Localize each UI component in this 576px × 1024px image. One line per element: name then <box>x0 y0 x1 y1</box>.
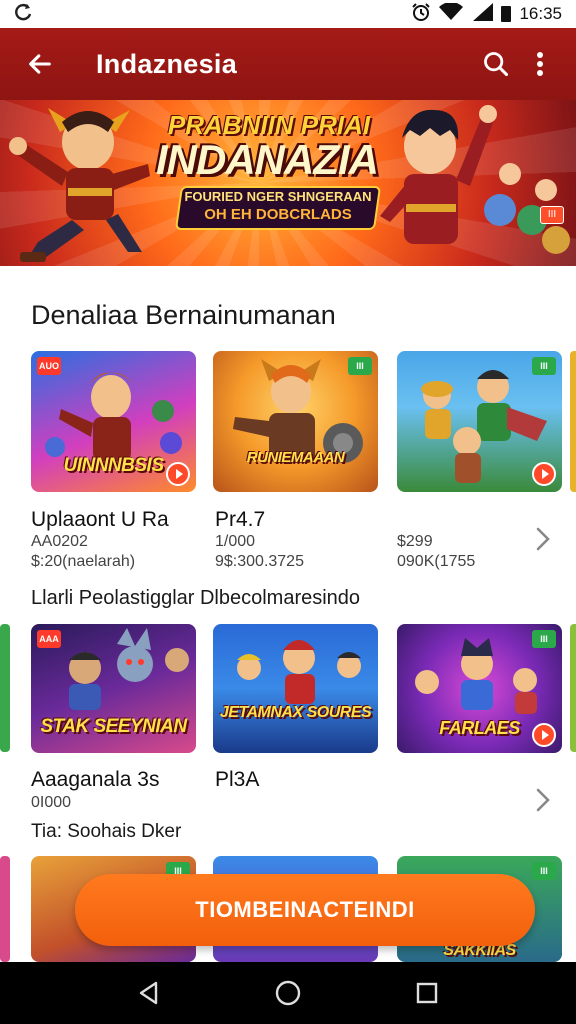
game-card[interactable]: RUNIEMAAAN III <box>213 351 378 492</box>
game-logo: RUNIEMAAAN <box>246 449 345 466</box>
hero-boy-illustration <box>380 105 570 254</box>
banner-badge: III <box>540 206 564 224</box>
game-art <box>237 640 361 704</box>
chevron-right-icon[interactable] <box>532 525 554 553</box>
status-time: 16:35 <box>519 4 562 23</box>
game-price: $:20(naelarah) <box>31 553 136 570</box>
tile-badge: III <box>532 630 556 648</box>
play-icon[interactable] <box>532 462 556 486</box>
chevron-right-icon[interactable] <box>532 786 554 814</box>
back-arrow-icon[interactable] <box>16 40 64 88</box>
primary-cta-button[interactable]: TIOMBEINACTEINDI <box>75 874 535 946</box>
game-card[interactable]: FARLAES III <box>397 624 562 753</box>
game-price: 090K(1755 <box>397 553 476 570</box>
banner-headline: INDANAZIA <box>156 136 379 183</box>
banner-line-3: FOURIED NGER SHNGERAAN <box>184 189 372 204</box>
tile-badge: III <box>532 862 556 880</box>
back-triangle-icon[interactable] <box>125 969 173 1017</box>
game-title: Pr4.7 <box>215 508 266 531</box>
search-icon[interactable] <box>472 40 520 88</box>
game-title: Uplaaont U Ra <box>31 508 169 531</box>
game-price: 9$:300.3725 <box>215 553 304 570</box>
recents-square-icon[interactable] <box>403 969 451 1017</box>
home-circle-icon[interactable] <box>264 969 312 1017</box>
status-bar: 16:35 <box>0 0 576 28</box>
section-footer-text: Tia: Soohais Dker <box>31 821 182 842</box>
app-bar: Indaznesia <box>0 28 576 100</box>
game-card-partial[interactable] <box>570 624 576 752</box>
wifi-icon <box>439 1 464 26</box>
play-icon[interactable] <box>166 462 190 486</box>
tile-badge: AAA <box>37 630 61 648</box>
game-logo: STAK SEEYNIAN <box>40 716 187 737</box>
banner-line-4: OH EH DOBCRLADS <box>204 206 352 223</box>
promo-banner[interactable]: PRABNIIN PRIAI INDANAZIA FOURIED NGER SH… <box>0 100 576 266</box>
game-card-partial[interactable] <box>0 856 10 962</box>
game-title: Aaaganala 3s <box>31 768 160 791</box>
game-meta: 1/000 <box>215 533 256 550</box>
more-vert-icon[interactable] <box>520 40 560 88</box>
game-card-partial[interactable] <box>570 351 576 492</box>
game-card[interactable]: JETAMNAX SOURES <box>213 624 378 753</box>
page-title: Indaznesia <box>96 48 238 79</box>
game-meta: 0I000 <box>31 794 72 811</box>
game-logo: JETAMNAX SOURES <box>219 704 372 721</box>
game-card[interactable]: STAK SEEYNIAN AAA <box>31 624 196 753</box>
tile-badge: AUO <box>37 357 61 375</box>
section-title: Denaliaa Bernainumanan <box>31 300 336 330</box>
game-meta: AA0202 <box>31 533 88 550</box>
play-icon[interactable] <box>532 723 556 747</box>
game-card-partial[interactable] <box>0 624 10 752</box>
hero-warrior-illustration <box>9 108 150 262</box>
section-subtitle: Llarli Peolastigglar Dlbecolmaresindo <box>31 587 361 609</box>
system-nav-bar <box>0 962 576 1024</box>
game-card[interactable]: III <box>397 351 562 492</box>
signal-icon <box>471 2 494 26</box>
tile-badge: III <box>532 357 556 375</box>
battery-icon <box>501 6 512 22</box>
alarm-icon <box>411 2 431 27</box>
game-title: Pl3A <box>215 768 260 791</box>
game-card[interactable]: UINNNBSIS AUO <box>31 351 196 492</box>
game-meta: $299 <box>397 533 433 550</box>
sync-icon <box>14 2 34 27</box>
tile-badge: III <box>348 357 372 375</box>
